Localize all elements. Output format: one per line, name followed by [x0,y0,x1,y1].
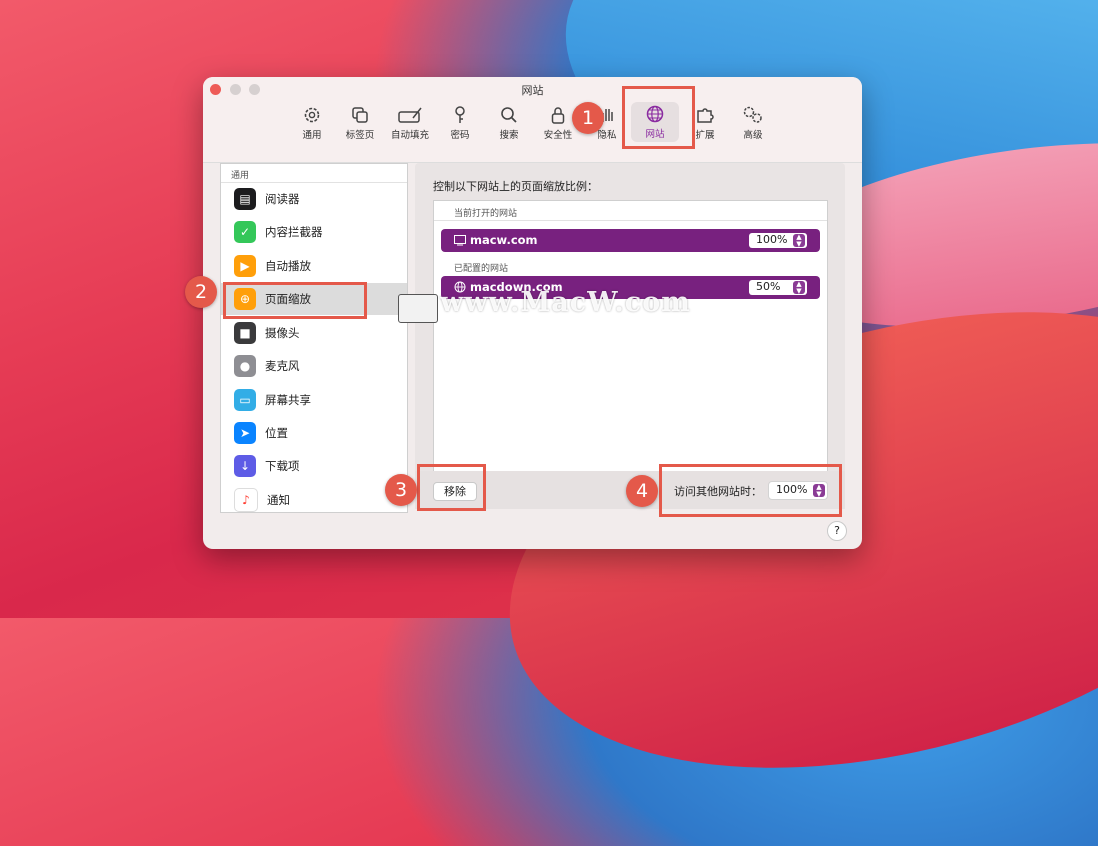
screen-sharing-icon: ▭ [234,389,256,411]
lock-icon [551,107,565,124]
table-row[interactable]: macw.com 100% ▲ ▼ [441,229,820,252]
website-list: 当前打开的网站 macw.com 100% ▲▼ 已配置的网站 macdown [433,200,828,472]
help-button[interactable]: ? [827,521,847,541]
sidebar-item-camera[interactable]: ■ 摄像头 [221,317,407,349]
website-icon [454,235,466,246]
reader-icon: ▤ [234,188,256,210]
camera-icon: ■ [234,322,256,344]
gear-icon [304,107,320,123]
autofill-icon [398,107,422,123]
highlight-box [622,86,695,149]
chevron-updown-icon: ▲ ▼ [793,281,805,294]
section-open-sites: 当前打开的网站 [454,209,518,219]
highlight-box [223,282,367,319]
sidebar-item-downloads[interactable]: ↓ 下载项 [221,450,407,482]
puzzle-icon [697,108,714,123]
gears-icon [743,106,762,123]
tabs-icon [352,107,368,123]
highlight-box [659,464,842,517]
sidebar-header: 通用 [221,164,407,183]
cursor-icon [398,294,438,323]
location-icon: ➤ [234,422,256,444]
toolbar-advanced[interactable]: 高级 [725,103,781,143]
highlight-box [417,464,486,511]
downloads-icon: ↓ [234,455,256,477]
step-badge: 1 [572,102,604,134]
step-badge: 4 [626,475,658,507]
notifications-icon: ♪ [234,488,258,512]
zoom-select[interactable]: 100% ▲ ▼ [749,233,807,248]
section-configured-sites: 已配置的网站 [454,264,509,274]
toolbar-passwords[interactable]: 密码 [432,103,488,143]
sidebar-item-autoplay[interactable]: ▶ 自动播放 [221,250,407,282]
step-badge: 3 [385,474,417,506]
chevron-updown-icon: ▲ ▼ [793,234,805,247]
page-title: 控制以下网站上的页面缩放比例： [433,180,598,193]
toolbar-autofill[interactable]: 自动填充 [382,103,438,143]
content-panel: 控制以下网站上的页面缩放比例： 当前打开的网站 macw.com 100% ▲ ▼… [415,163,845,509]
content-blocker-icon: ✓ [234,221,256,243]
sidebar-item-content-blockers[interactable]: ✓ 内容拦截器 [221,216,407,248]
key-icon [455,106,465,123]
window-title: 网站 [521,84,544,97]
search-icon [501,107,517,123]
autoplay-icon: ▶ [234,255,256,277]
sidebar-item-reader[interactable]: ▤ 阅读器 [221,183,407,215]
sidebar-item-microphone[interactable]: ● 麦克风 [221,350,407,382]
sidebar: 通用 ▤ 阅读器 ✓ 内容拦截器 ▶ 自动播放 ⊕ 页面缩放 ■ 摄像头 ● 麦… [220,163,408,513]
sidebar-item-notifications[interactable]: ♪ 通知 [221,484,407,516]
sidebar-item-location[interactable]: ➤ 位置 [221,417,407,449]
toolbar-tabs[interactable]: 标签页 [332,103,388,143]
toolbar-search[interactable]: 搜索 [481,103,537,143]
watermark: www.MacW.com [440,287,691,318]
titlebar: 网站 通用 标签页 自动填充 密码 搜索 安全性 隐私 网站 扩展 高级 [203,77,862,163]
zoom-select[interactable]: 50% ▲ ▼ [749,280,807,295]
microphone-icon: ● [234,355,256,377]
step-badge: 2 [185,276,217,308]
sidebar-item-screen-sharing[interactable]: ▭ 屏幕共享 [221,384,407,416]
